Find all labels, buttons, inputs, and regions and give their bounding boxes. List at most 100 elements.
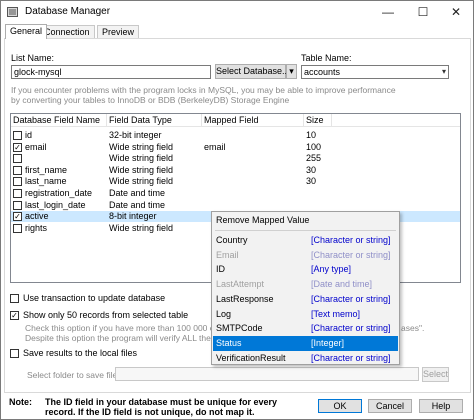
column-divider[interactable] <box>331 114 332 127</box>
cell-size: 30 <box>306 164 317 175</box>
select-folder-input[interactable] <box>115 367 419 381</box>
menu-item-label: LastResponse <box>216 293 274 304</box>
menu-item-type: [Date and time] <box>311 279 373 290</box>
cell-size: 10 <box>306 130 317 140</box>
hint-overflow-text: ases". <box>401 323 425 333</box>
cell-data-type: Wide string field <box>109 164 174 175</box>
row-checkbox[interactable]: ✓ <box>13 142 22 152</box>
cell-field-name: id <box>25 130 33 140</box>
list-name-input[interactable]: glock-mysql <box>11 65 211 79</box>
mapped-field-context-menu: Remove Mapped Value Country [Character or… <box>211 211 400 365</box>
help-button[interactable]: Help <box>419 399 463 413</box>
menu-item-type: [Text memo] <box>311 308 361 319</box>
cancel-button[interactable]: Cancel <box>368 399 412 413</box>
row-checkbox[interactable] <box>13 131 22 140</box>
table-name-value: accounts <box>304 67 341 77</box>
row-checkbox[interactable] <box>13 154 22 164</box>
use-transaction-checkbox[interactable] <box>10 294 19 303</box>
cell-size: 100 <box>306 141 322 152</box>
row-checkbox[interactable] <box>13 200 22 210</box>
cell-field-name: rights <box>25 222 48 233</box>
menu-item-label: SMTPCode <box>216 323 263 334</box>
menu-item-status[interactable]: Status [Integer] <box>213 335 398 351</box>
note-text-line-1: The ID field in your database must be un… <box>45 397 278 407</box>
row-checkbox[interactable] <box>13 189 22 198</box>
cell-field-name: first_name <box>25 164 68 175</box>
menu-item-smtpcode[interactable]: SMTPCode [Character or string] <box>213 321 398 336</box>
menu-item-type: [Integer] <box>311 337 345 348</box>
menu-item-label: Log <box>216 308 232 319</box>
cell-data-type: Wide string field <box>109 222 174 233</box>
column-header-mapped-field[interactable]: Mapped Field <box>202 115 259 125</box>
menu-item-label: Email <box>216 249 239 260</box>
row-checkbox[interactable]: ✓ <box>13 212 22 222</box>
menu-item-lastattempt: LastAttempt [Date and time] <box>213 277 398 292</box>
menu-item-id[interactable]: ID [Any type] <box>213 262 398 277</box>
menu-item-log[interactable]: Log [Text memo] <box>213 307 398 322</box>
list-name-value: glock-mysql <box>14 67 62 77</box>
cell-data-type: Wide string field <box>109 153 174 164</box>
table-row[interactable]: Wide string field 255 <box>11 153 460 164</box>
tab-connection-info[interactable]: Connection Info <box>39 25 95 48</box>
info-text-line-2: by converting your tables to InnoDB or B… <box>11 95 290 105</box>
window-title: Database Manager <box>25 6 111 17</box>
menu-item-label: VerificationResult <box>216 352 286 363</box>
select-database-button[interactable]: Select Database... <box>215 64 290 79</box>
column-header-size[interactable]: Size <box>304 115 324 125</box>
select-folder-button[interactable]: Select <box>422 367 449 382</box>
cell-data-type: Date and time <box>109 199 166 210</box>
show-only-50-checkbox[interactable]: ✓ <box>10 311 19 320</box>
save-results-label: Save results to the local files <box>23 348 138 358</box>
close-icon[interactable]: ✕ <box>439 1 473 23</box>
table-row[interactable]: registration_date Date and time <box>11 188 460 199</box>
menu-item-type: [Any type] <box>311 264 352 275</box>
title-bar[interactable]: Database Manager — ☐ ✕ <box>1 1 473 23</box>
column-header-data-type[interactable]: Field Data Type <box>107 115 172 125</box>
maximize-icon[interactable]: ☐ <box>406 1 440 23</box>
tab-preview[interactable]: Preview <box>97 25 140 39</box>
table-name-label: Table Name: <box>301 53 352 63</box>
menu-item-label: Status <box>216 337 242 348</box>
menu-item-label: ID <box>216 264 225 275</box>
database-manager-window: Database Manager — ☐ ✕ General Connectio… <box>0 0 474 420</box>
note-text-line-2: record. If the ID field is not unique, d… <box>45 407 255 417</box>
menu-item-label: LastAttempt <box>216 279 265 290</box>
menu-item-country[interactable]: Country [Character or string] <box>213 233 398 248</box>
use-transaction-label: Use transaction to update database <box>23 293 166 303</box>
row-checkbox[interactable] <box>13 177 22 187</box>
grid-header: Database Field Name Field Data Type Mapp… <box>11 114 460 127</box>
menu-item-type: [Character or string] <box>311 249 391 260</box>
select-folder-label: Select folder to save files: <box>27 370 124 380</box>
column-header-field-name[interactable]: Database Field Name <box>11 115 100 125</box>
cell-field-name: active <box>25 211 49 222</box>
ok-button[interactable]: OK <box>318 399 362 413</box>
table-row[interactable]: last_name Wide string field 30 <box>11 176 460 187</box>
select-database-dropdown-icon[interactable]: ▾ <box>286 64 297 79</box>
tab-general[interactable]: General <box>5 24 48 39</box>
table-row[interactable]: ✓ email Wide string field email 100 <box>11 142 460 153</box>
table-row[interactable]: id 32-bit integer 10 <box>11 130 460 141</box>
cell-data-type: 8-bit integer <box>109 211 157 222</box>
menu-separator <box>215 230 396 231</box>
chevron-down-icon: ▾ <box>441 67 446 76</box>
minimize-icon[interactable]: — <box>371 1 405 23</box>
cell-data-type: Wide string field <box>109 176 174 187</box>
note-label: Note: <box>9 397 32 407</box>
cell-field-name: last_name <box>25 176 67 187</box>
row-checkbox[interactable] <box>13 223 22 233</box>
cell-field-name: last_login_date <box>25 199 86 210</box>
menu-item-verificationresult[interactable]: VerificationResult [Character or string] <box>213 351 398 366</box>
cell-field-name: registration_date <box>25 188 93 198</box>
table-name-select[interactable]: accounts ▾ <box>301 65 449 79</box>
table-row[interactable]: last_login_date Date and time <box>11 200 460 211</box>
menu-item-type: [Character or string] <box>311 293 391 304</box>
row-checkbox[interactable] <box>13 165 22 175</box>
menu-item-lastresponse[interactable]: LastResponse [Character or string] <box>213 292 398 307</box>
list-name-label: List Name: <box>11 53 55 63</box>
cell-size: 255 <box>306 153 322 164</box>
menu-item-label: Country <box>216 235 248 245</box>
save-results-checkbox[interactable] <box>10 349 19 358</box>
table-row[interactable]: first_name Wide string field 30 <box>11 165 460 176</box>
menu-item-remove-mapped-value[interactable]: Remove Mapped Value <box>213 213 398 228</box>
cell-data-type: 32-bit integer <box>109 130 162 140</box>
